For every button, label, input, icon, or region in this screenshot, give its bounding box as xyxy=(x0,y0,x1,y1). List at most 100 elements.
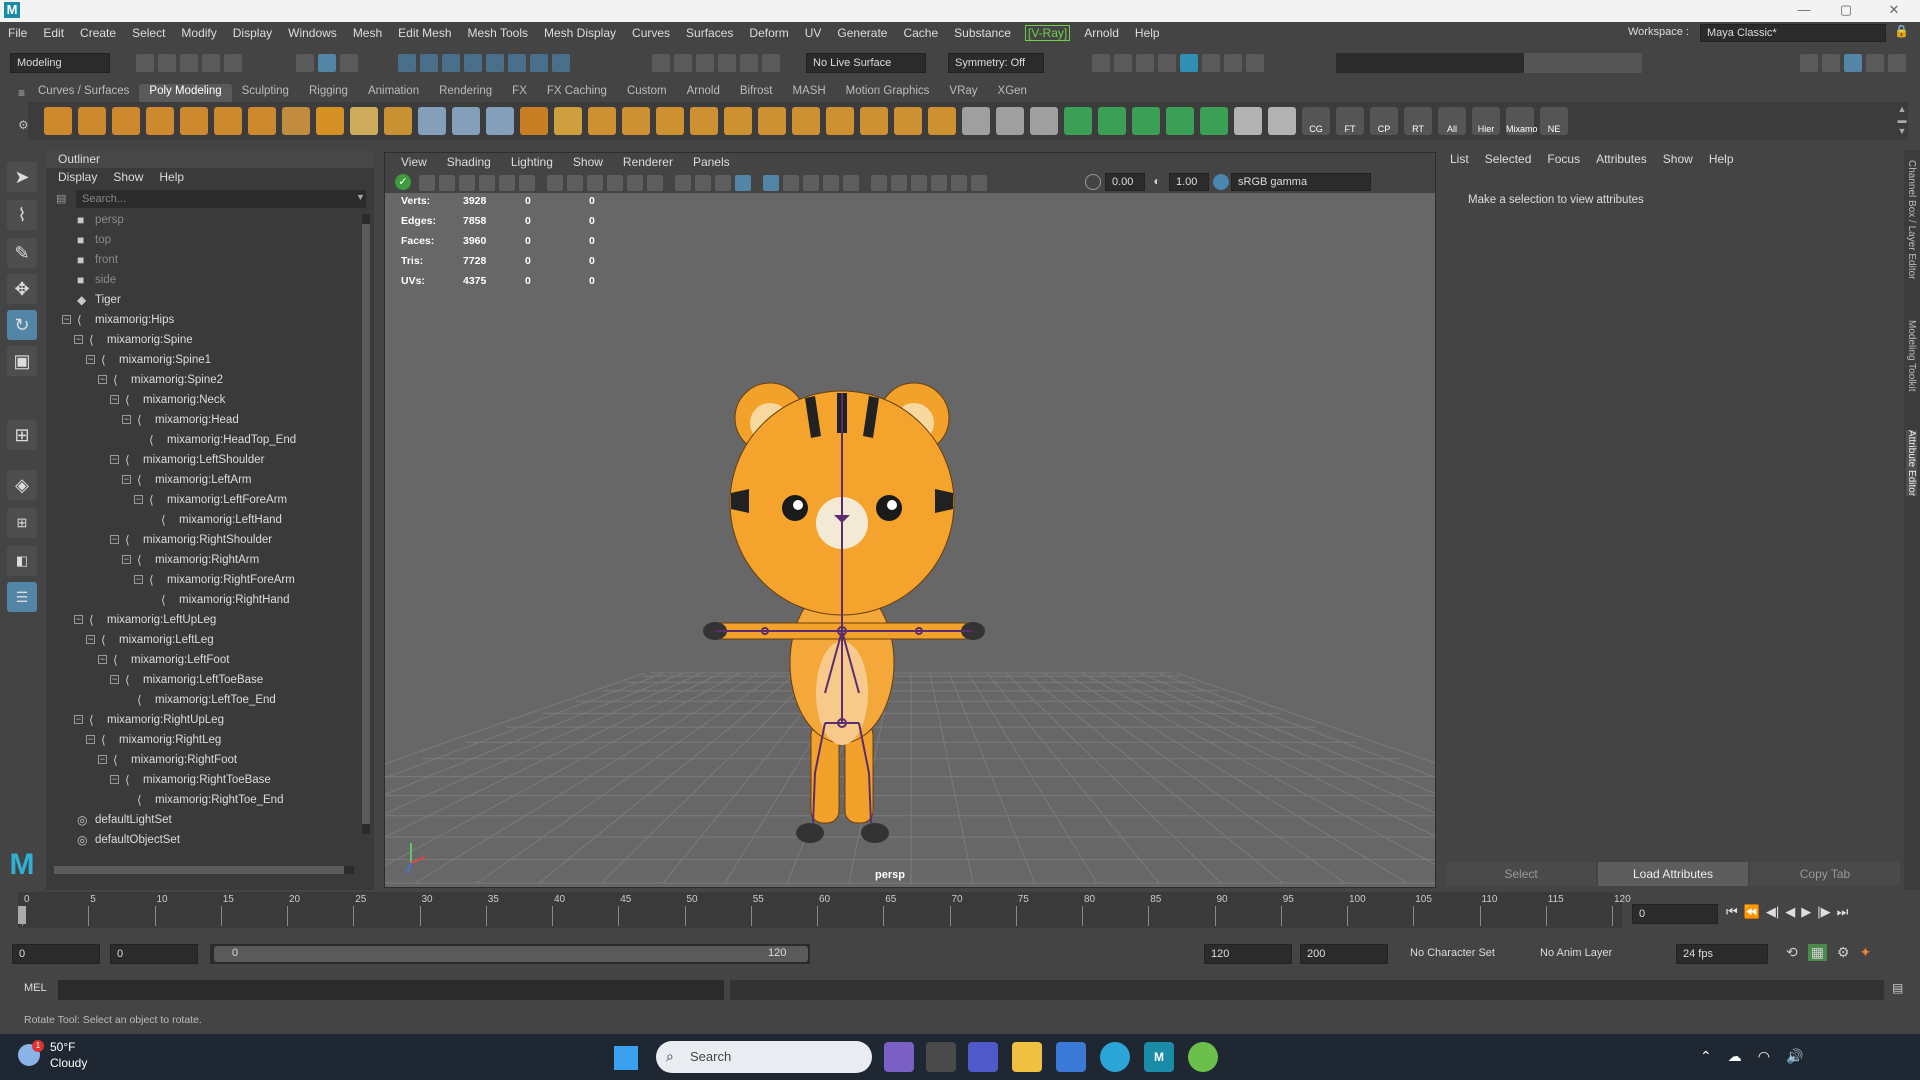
outliner-item-mixamorig-rightarm[interactable]: − ⟨ mixamorig:RightArm xyxy=(122,550,259,570)
shadows-icon[interactable] xyxy=(783,175,799,191)
open-scene-icon[interactable] xyxy=(158,54,176,72)
expand-toggle-icon[interactable]: − xyxy=(74,615,83,625)
xray-components-icon[interactable] xyxy=(931,175,947,191)
modeling-toolkit-tab[interactable]: Modeling Toolkit xyxy=(1906,320,1917,392)
shelf-tool-21-icon[interactable] xyxy=(724,107,752,135)
close-button[interactable]: ✕ xyxy=(1874,2,1914,20)
app-taskbar-icon[interactable] xyxy=(1188,1042,1218,1072)
maya-taskbar-icon[interactable]: M xyxy=(1144,1042,1174,1072)
viewport-menu-view[interactable]: View xyxy=(391,153,437,171)
select-component-icon[interactable] xyxy=(340,54,358,72)
shelf-tool-32-icon[interactable] xyxy=(1098,107,1126,135)
shelf-tool-19-icon[interactable] xyxy=(656,107,684,135)
shelf-tool-28-icon[interactable] xyxy=(962,107,990,135)
xray-joints-icon[interactable] xyxy=(911,175,927,191)
shelf-tab-bifrost[interactable]: Bifrost xyxy=(730,84,783,102)
shelf-tool-10-icon[interactable] xyxy=(350,107,378,135)
shelf-script-cg-icon[interactable]: CG xyxy=(1302,107,1330,135)
show-hidden-icons-icon[interactable]: ⌃ xyxy=(1700,1048,1712,1065)
playback-start-field[interactable]: 0 xyxy=(110,944,198,964)
shelf-scroll[interactable]: ▲ ▬ ▼ xyxy=(1896,104,1908,138)
shelf-tool-6-icon[interactable] xyxy=(214,107,242,135)
isolate-select-icon[interactable] xyxy=(871,175,887,191)
volume-icon[interactable]: 🔊 xyxy=(1786,1048,1803,1065)
outliner-search-dropdown-icon[interactable]: ▼ xyxy=(356,192,365,202)
live-surface-field[interactable]: No Live Surface xyxy=(806,53,926,73)
outliner-item-mixamorig-lefthand[interactable]: ⟨ mixamorig:LeftHand xyxy=(146,510,282,530)
outliner-item-mixamorig-leftfoot[interactable]: − ⟨ mixamorig:LeftFoot xyxy=(98,650,229,670)
snap-face-icon[interactable] xyxy=(552,54,570,72)
output-ops-icon[interactable] xyxy=(696,54,714,72)
xray-icon[interactable] xyxy=(891,175,907,191)
motion-blur-icon[interactable] xyxy=(823,175,839,191)
snap-grid-icon[interactable] xyxy=(398,54,416,72)
2d-pan-zoom-icon[interactable] xyxy=(479,175,495,191)
preferences-icon[interactable]: ⚙ xyxy=(1837,944,1850,961)
command-language-label[interactable]: MEL xyxy=(24,982,47,994)
select-tool-icon[interactable]: ➤ xyxy=(7,162,37,192)
render-frame-icon[interactable] xyxy=(1092,54,1110,72)
two-pane-layout-icon[interactable]: ◧ xyxy=(7,546,37,576)
time-slider[interactable]: 0 5 10 15 20 25 30 35 40 45 50 55 60 65 70 75 80 85 90 95 10… xyxy=(18,892,1918,928)
step-forward-frame-icon[interactable]: |▶︎ xyxy=(1817,904,1830,920)
camera-attributes-icon[interactable] xyxy=(419,175,435,191)
anim-layer-dropdown[interactable]: No Anim Layer xyxy=(1534,944,1646,964)
shelf-tool-22-icon[interactable] xyxy=(758,107,786,135)
shelf-tool-8-icon[interactable] xyxy=(282,107,310,135)
script-editor-icon[interactable]: ▤ xyxy=(1892,981,1903,995)
go-to-end-icon[interactable]: ⏭ xyxy=(1837,904,1849,920)
save-scene-icon[interactable] xyxy=(180,54,198,72)
shelf-tool-36-icon[interactable] xyxy=(1234,107,1262,135)
expand-toggle-icon[interactable]: − xyxy=(110,455,119,465)
undo-icon[interactable] xyxy=(202,54,220,72)
render-settings-icon[interactable] xyxy=(1136,54,1154,72)
attribute-menu-list[interactable]: List xyxy=(1450,152,1469,170)
ambient-occlusion-icon[interactable] xyxy=(803,175,819,191)
loop-icon[interactable]: ⟲ xyxy=(1786,944,1798,961)
lock-icon[interactable]: 🔒 xyxy=(1894,24,1909,38)
channel-box-tab[interactable]: Channel Box / Layer Editor xyxy=(1906,160,1917,280)
safe-action-icon[interactable] xyxy=(627,175,643,191)
select-object-icon[interactable] xyxy=(318,54,336,72)
command-input[interactable] xyxy=(58,980,724,1000)
menu-mesh-display[interactable]: Mesh Display xyxy=(536,26,624,40)
gamma-field[interactable]: 1.00 xyxy=(1169,173,1209,191)
menu-surfaces[interactable]: Surfaces xyxy=(678,26,741,40)
grease-pencil-icon[interactable] xyxy=(499,175,515,191)
attribute-menu-help[interactable]: Help xyxy=(1709,152,1734,170)
shelf-tool-30-icon[interactable] xyxy=(1030,107,1058,135)
menu-mesh-tools[interactable]: Mesh Tools xyxy=(460,26,536,40)
expand-toggle-icon[interactable]: − xyxy=(86,735,95,745)
shelf-tool-7-icon[interactable] xyxy=(248,107,276,135)
menu-curves[interactable]: Curves xyxy=(624,26,678,40)
field-chart-icon[interactable] xyxy=(607,175,623,191)
shelf-tool-13-icon[interactable] xyxy=(452,107,480,135)
windows-start-icon[interactable] xyxy=(614,1046,638,1070)
auto-key-icon[interactable]: ▦ xyxy=(1807,944,1827,961)
shelf-tool-4-icon[interactable] xyxy=(146,107,174,135)
step-back-frame-icon[interactable]: ◀︎| xyxy=(1766,904,1779,920)
animation-start-field[interactable]: 0 xyxy=(12,944,100,964)
scale-tool-icon[interactable]: ▣ xyxy=(7,346,37,376)
outliner-item-persp[interactable]: ■ persp xyxy=(62,210,124,230)
view-transform-dropdown[interactable]: sRGB gamma xyxy=(1231,173,1371,191)
shelf-tab-rigging[interactable]: Rigging xyxy=(299,84,358,102)
anti-aliasing-icon[interactable] xyxy=(843,175,859,191)
menu-uv[interactable]: UV xyxy=(797,26,830,40)
shelf-tool-1-icon[interactable] xyxy=(44,107,72,135)
outliner-item-top[interactable]: ■ top xyxy=(62,230,111,250)
backface-culling-icon[interactable] xyxy=(951,175,967,191)
shelf-tab-arnold[interactable]: Arnold xyxy=(677,84,730,102)
shelf-tool-5-icon[interactable] xyxy=(180,107,208,135)
shelf-tab-rendering[interactable]: Rendering xyxy=(429,84,502,102)
menu-substance[interactable]: Substance xyxy=(946,26,1019,40)
outliner-horizontal-scrollbar[interactable] xyxy=(54,866,354,874)
select-button[interactable]: Select xyxy=(1446,862,1596,886)
menu-modify[interactable]: Modify xyxy=(173,26,224,40)
taskbar-search[interactable]: Search xyxy=(656,1041,872,1073)
outliner-item-mixamorig-lefttoebase[interactable]: − ⟨ mixamorig:LeftToeBase xyxy=(110,670,263,690)
lasso-tool-icon[interactable]: ⌇ xyxy=(7,200,37,230)
menu-arnold[interactable]: Arnold xyxy=(1076,26,1127,40)
viewport-menu-lighting[interactable]: Lighting xyxy=(501,153,563,171)
task-view-icon[interactable] xyxy=(926,1042,956,1072)
